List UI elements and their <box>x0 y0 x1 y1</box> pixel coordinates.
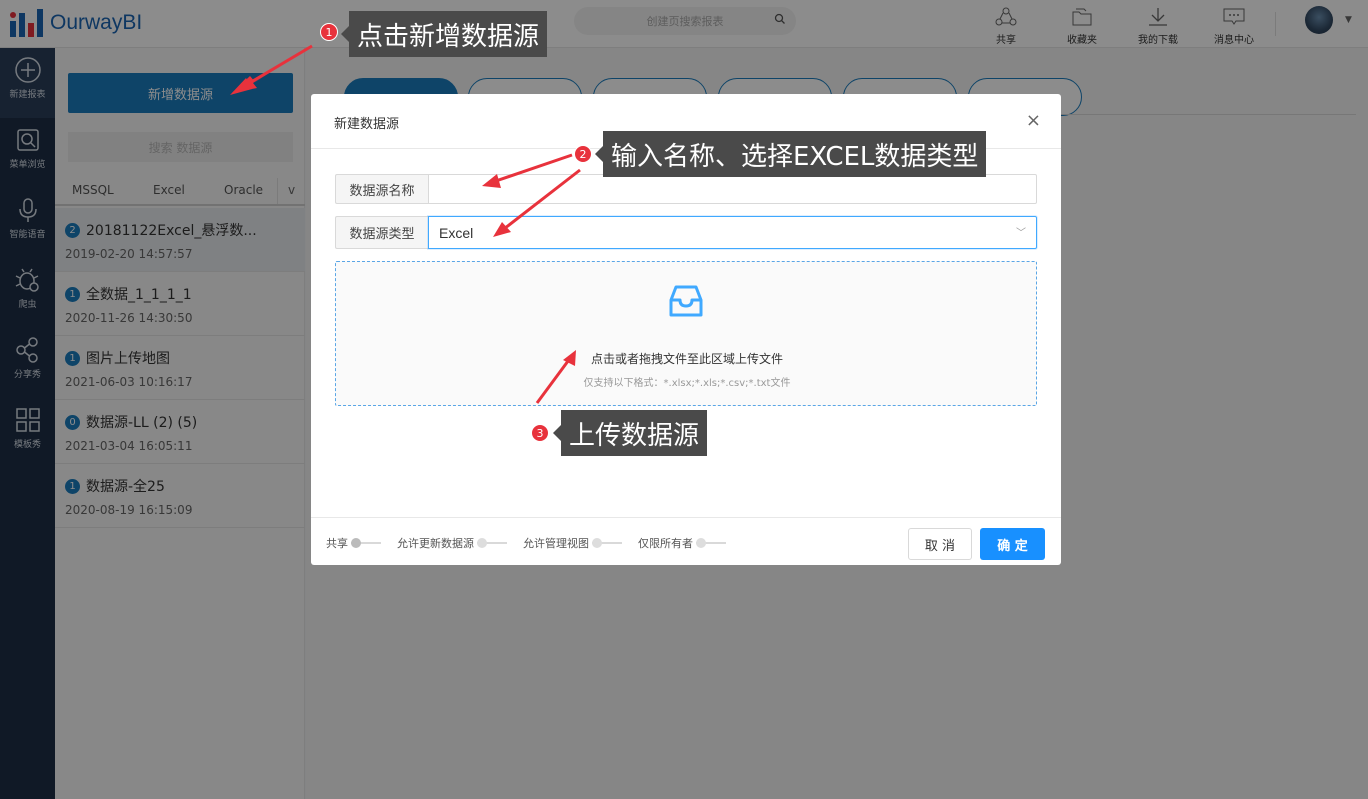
switch-owner-only[interactable]: 仅限所有者 <box>638 535 726 551</box>
upload-format-hint: 仅支持以下格式：*.xlsx;*.xls;*.csv;*.txt文件 <box>583 378 791 389</box>
datasource-type-label: 数据源类型 <box>335 216 428 249</box>
dialog-footer: 共享 允许更新数据源 允许管理视图 仅限所有者 取 消 确 定 <box>311 517 1061 565</box>
switch-allow-manage-view[interactable]: 允许管理视图 <box>523 535 622 551</box>
chevron-down-icon: ﹀ <box>1016 228 1026 239</box>
inbox-icon <box>669 285 703 317</box>
file-upload-dropzone[interactable]: 点击或者拖拽文件至此区域上传文件 仅支持以下格式：*.xlsx;*.xls;*.… <box>335 261 1037 406</box>
step-badge-1: 1 <box>320 23 338 41</box>
switch-allow-update[interactable]: 允许更新数据源 <box>397 535 507 551</box>
toggle-switch[interactable] <box>351 538 381 548</box>
toggle-switch[interactable] <box>696 538 726 548</box>
datasource-name-row: 数据源名称 <box>335 174 1037 204</box>
switch-share[interactable]: 共享 <box>326 535 381 551</box>
confirm-button[interactable]: 确 定 <box>980 528 1045 560</box>
upload-instruction: 点击或者拖拽文件至此区域上传文件 <box>590 352 783 366</box>
step-badge-3: 3 <box>531 424 549 442</box>
datasource-name-label: 数据源名称 <box>335 174 428 204</box>
toggle-switch[interactable] <box>477 538 507 548</box>
dialog-title: 新建数据源 <box>334 117 400 132</box>
callout-step1: 点击新增数据源 <box>340 11 548 57</box>
datasource-type-select[interactable]: Excel ﹀ <box>428 216 1037 249</box>
datasource-type-value: Excel <box>439 224 474 241</box>
datasource-type-row: 数据源类型 Excel ﹀ <box>335 216 1037 249</box>
close-icon[interactable]: × <box>1026 110 1041 131</box>
switch-label: 允许管理视图 <box>523 537 589 550</box>
toggle-switch[interactable] <box>592 538 622 548</box>
switch-label: 允许更新数据源 <box>397 537 474 550</box>
datasource-name-input[interactable] <box>428 174 1037 204</box>
switch-label: 共享 <box>326 537 348 550</box>
cancel-button[interactable]: 取 消 <box>908 528 972 560</box>
step-badge-2: 2 <box>574 145 592 163</box>
callout-step3: 上传数据源 <box>552 410 708 456</box>
switch-label: 仅限所有者 <box>638 537 693 550</box>
callout-step2: 输入名称、选择EXCEL数据类型 <box>594 131 987 177</box>
